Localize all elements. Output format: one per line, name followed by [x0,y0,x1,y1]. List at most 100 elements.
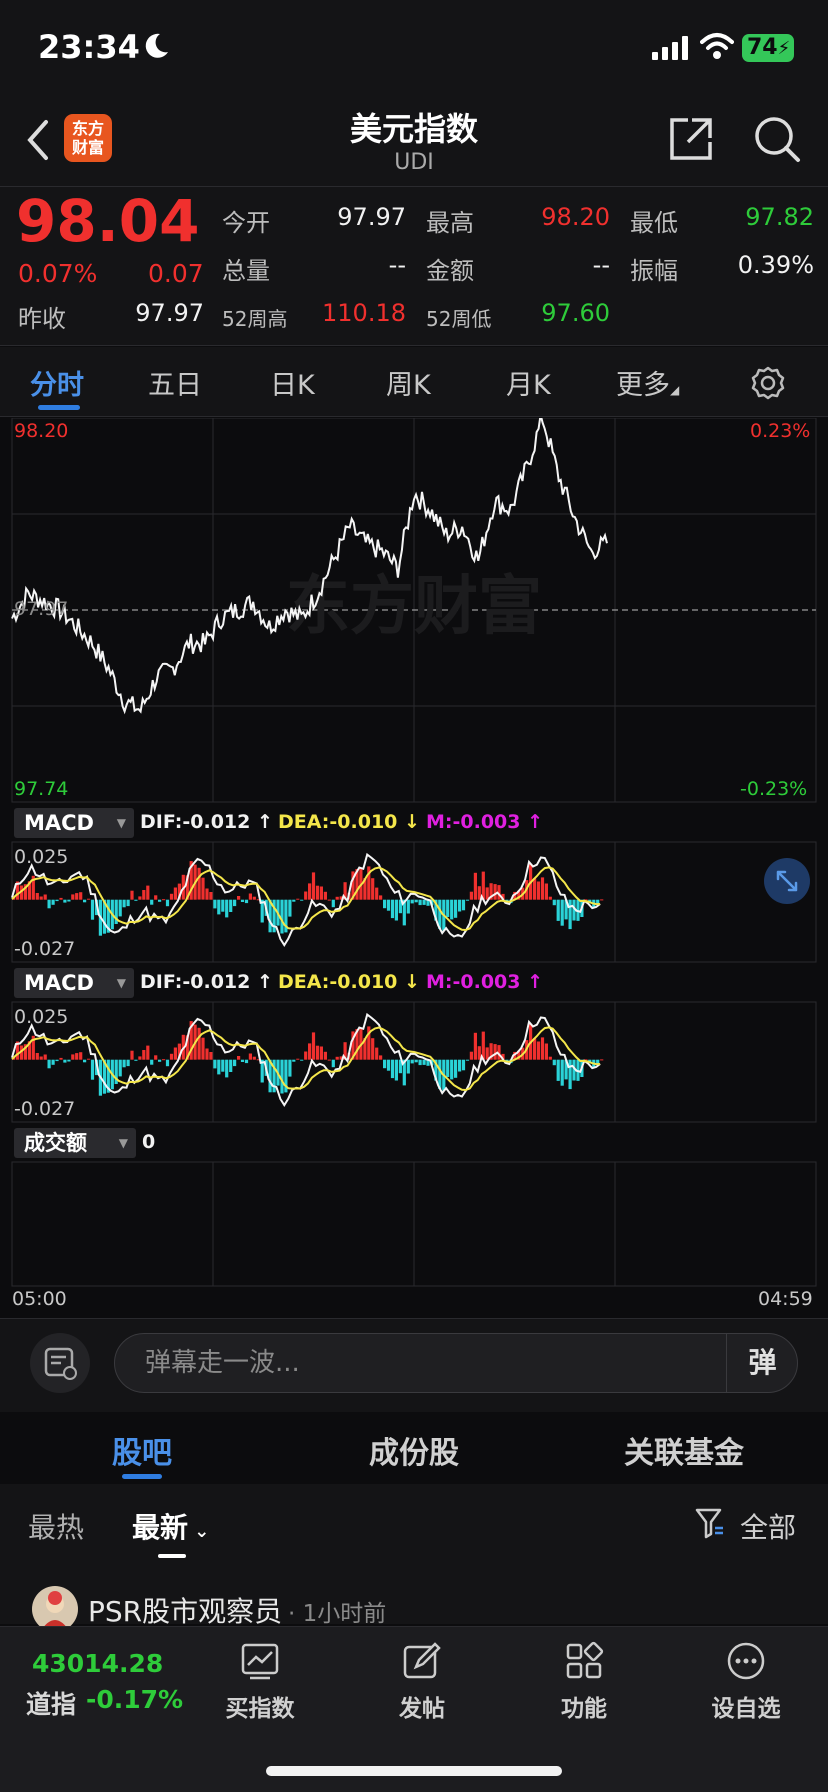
macd-histogram-bar [197,867,201,900]
nav-functions[interactable]: 功能 [524,1641,644,1723]
indicator-select-macd-1[interactable]: MACD ▼ [14,808,134,838]
macd-histogram-bar [126,899,130,907]
nav-buy-index-label: 买指数 [225,1696,295,1722]
macd-histogram-bar [371,1038,375,1060]
index-ticker-name[interactable]: 道指 [26,1685,76,1721]
macd-histogram-bar [454,899,458,918]
macd-histogram-bar [248,893,252,900]
macd-histogram-bar [288,1059,292,1077]
macd-histogram-bar [252,1056,256,1060]
macd-histogram-bar [233,1059,237,1067]
macd-histogram-bar [422,899,426,905]
macd-histogram-bar [311,1032,316,1060]
tab-constituents[interactable]: 成份股 [276,1428,552,1472]
macd-histogram-bar [71,894,75,900]
macd-histogram-bar [300,1059,304,1061]
search-icon[interactable] [752,114,802,164]
macd-histogram-bar [296,1058,300,1060]
tab-daily-k[interactable]: 日K [270,363,315,402]
macd-histogram-bar [205,888,209,900]
macd-histogram-bar [375,1047,379,1060]
battery-indicator: 74⚡ [742,34,794,62]
tab-more[interactable]: 更多◢ [616,363,679,402]
macd-histogram-bar [311,872,316,900]
tab-related-funds[interactable]: 关联基金 [546,1428,822,1472]
macd-histogram-bar [244,899,249,904]
signal-icon [652,36,688,60]
index-ticker-change[interactable]: -0.17% [86,1685,183,1714]
macd-histogram-bar [130,1050,134,1060]
macd-histogram-bar [446,1059,450,1077]
filter-latest[interactable]: 最新 ⌄ [132,1506,209,1546]
prev-close-label: 昨收 [18,305,66,333]
macd-histogram-bar [237,1056,241,1060]
macd-histogram-bar [335,1056,339,1060]
macd-histogram-bar [461,1059,466,1071]
tab-five-day[interactable]: 五日 [148,363,202,402]
week52-low-value: 97.60 [541,299,610,327]
tab-weekly-k[interactable]: 周K [386,363,431,402]
macd-histogram-bar [414,1059,418,1063]
tab-intraday[interactable]: 分时 [30,363,84,402]
macd-histogram-bar [422,1059,426,1065]
macd-histogram-bar [493,1044,497,1060]
macd-histogram-bar [533,1038,537,1060]
status-bar: 23:34 74⚡ [0,0,828,96]
danmaku-bar: 弹幕走一波... 弹 [0,1318,828,1412]
macd-dea-value: DEA:-0.010 ↓ [278,971,420,993]
x-axis-start-label: 05:00 [12,1288,67,1310]
danmaku-settings-button[interactable] [30,1333,90,1393]
nav-add-watchlist[interactable]: 设自选 [686,1641,806,1723]
chart-area: 东方财富 98.20 97.97 97.74 0.23% -0.23% MACD… [0,414,828,1318]
macd-histogram-bar [292,899,296,902]
indicator-select-macd-2[interactable]: MACD ▼ [14,968,134,998]
macd-histogram-bar [493,884,497,900]
macd-histogram-bar [406,1059,410,1074]
change-amount: 0.07 [148,259,204,288]
expand-chart-button[interactable] [764,858,810,904]
macd-histogram-bar [244,1059,249,1064]
macd-histogram-bar [47,1059,51,1069]
macd-histogram-bar [39,1056,43,1060]
macd-histogram-bar [600,1059,604,1061]
amount-value: -- [592,251,610,279]
week52-high-label: 52周高 [222,307,288,331]
macd-y-min-label: -0.027 [14,938,76,960]
filter-all[interactable]: 全部 [740,1506,796,1546]
macd-histogram-bar [450,899,454,920]
quote-panel: 98.04 0.07% 0.07 昨收 97.97 今开 97.97 最高 98… [0,186,828,346]
macd-m-value: M:-0.003 ↑ [426,811,544,833]
tab-monthly-k[interactable]: 月K [506,363,551,402]
macd-histogram-bar [138,1056,142,1060]
tab-more-label: 更多 [616,370,670,401]
danmaku-input[interactable]: 弹幕走一波... [114,1333,798,1393]
macd-histogram-bar [600,899,604,901]
community-tab-indicator [122,1474,162,1479]
macd-histogram-bar [205,1048,209,1060]
settings-icon[interactable] [750,365,786,401]
macd-histogram-bar [217,1059,221,1075]
indicator-select-turnover[interactable]: 成交额 ▼ [14,1128,136,1158]
macd-histogram-bar [394,1059,398,1081]
post-author[interactable]: PSR股市观察员 [88,1590,282,1630]
index-ticker-value[interactable]: 43014.28 [32,1649,163,1678]
nav-buy-index[interactable]: 买指数 [200,1641,320,1723]
filter-icon[interactable] [694,1506,726,1540]
battery-level: 74 [747,35,778,60]
nav-post[interactable]: 发帖 [362,1641,482,1723]
macd-histogram-bar [327,1059,331,1061]
last-price: 98.04 [16,187,200,255]
danmaku-send-button[interactable]: 弹 [726,1333,798,1393]
share-icon[interactable] [666,114,716,164]
macd-histogram-bar [51,899,55,905]
macd-histogram-bar [288,899,292,917]
tab-forum[interactable]: 股吧 [4,1428,280,1472]
macd-histogram-bar [79,892,83,900]
macd-histogram-bar [383,899,387,909]
filter-hottest[interactable]: 最热 [28,1506,84,1546]
macd-histogram-bar [35,893,39,900]
macd-histogram-bar [331,899,335,908]
macd-histogram-bar [315,885,320,900]
macd-histogram-bar [458,899,462,912]
post-item[interactable]: PSR股市观察员 · 1小时前 [0,1564,828,1632]
